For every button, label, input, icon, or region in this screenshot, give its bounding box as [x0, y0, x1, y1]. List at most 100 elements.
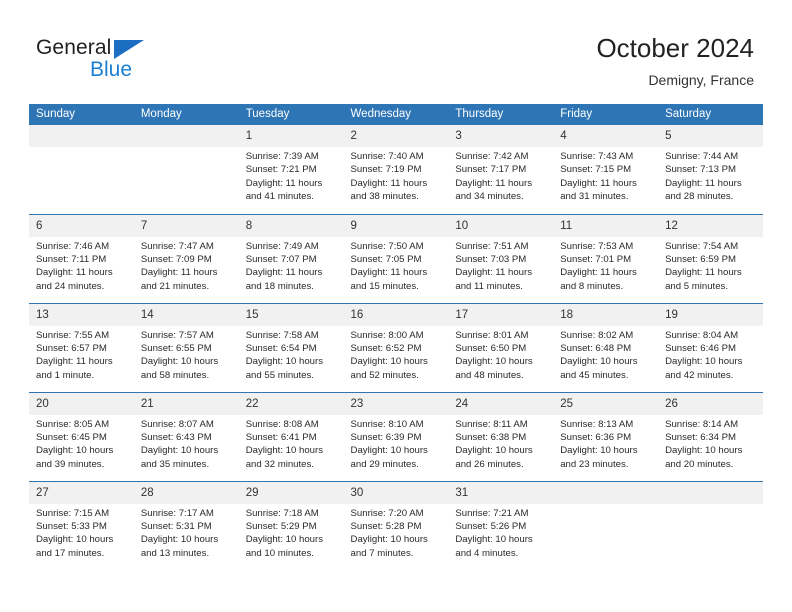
calendar-day-cell[interactable]: 2 Sunrise: 7:40 AM Sunset: 7:19 PM Daylight… [343, 125, 449, 214]
calendar-day-cell[interactable]: 25 Sunrise: 8:13 AM Sunset: 6:36 PM Dayligh… [553, 391, 659, 481]
sunrise-text: Sunrise: 7:17 AM [140, 507, 214, 519]
generalblue-logo: General Blue [36, 36, 216, 90]
day-number: 16 [343, 303, 449, 326]
day-info: Sunrise: 7:40 AM Sunset: 7:19 PM Daylight:… [344, 147, 449, 204]
calendar-day-cell[interactable]: 21 Sunrise: 8:07 AM Sunset: 6:43 PM Dayligh… [133, 391, 239, 481]
sunset-text: Sunset: 7:17 PM [455, 164, 527, 176]
calendar-day-cell[interactable]: 31 Sunrise: 7:21 AM Sunset: 5:26 PM Dayligh… [448, 480, 554, 570]
day-number: 26 [658, 392, 763, 415]
day-number: 5 [658, 125, 763, 147]
calendar-day-cell[interactable]: 23 Sunrise: 8:10 AM Sunset: 6:39 PM Dayligh… [343, 391, 449, 481]
sunset-text: Sunset: 6:50 PM [455, 342, 527, 354]
daylight-text: Daylight: 11 hours and 18 minutes. [245, 267, 323, 292]
calendar-day-cell[interactable]: 29 Sunrise: 7:18 AM Sunset: 5:29 PM Dayligh… [238, 480, 344, 570]
sunrise-text: Sunrise: 7:57 AM [140, 329, 214, 341]
calendar-day-cell[interactable]: 5 Sunrise: 7:44 AM Sunset: 7:13 PM Daylight… [658, 125, 763, 214]
day-info: Sunrise: 8:01 AM Sunset: 6:50 PM Daylight:… [448, 326, 553, 383]
sunset-text: Sunset: 5:26 PM [455, 520, 527, 532]
sunrise-text: Sunrise: 8:11 AM [455, 418, 528, 430]
day-info: Sunrise: 7:42 AM Sunset: 7:17 PM Daylight:… [448, 147, 553, 204]
weekday-header-sunday: Sunday [29, 104, 134, 125]
calendar-day-cell[interactable]: 13 Sunrise: 7:55 AM Sunset: 6:57 PM Dayligh… [29, 302, 134, 392]
calendar-day-cell[interactable]: 24 Sunrise: 8:11 AM Sunset: 6:38 PM Dayligh… [448, 391, 554, 481]
sunset-text: Sunset: 6:55 PM [140, 342, 212, 354]
day-info: Sunrise: 8:05 AM Sunset: 6:45 PM Daylight:… [29, 415, 134, 472]
daylight-text: Daylight: 11 hours and 24 minutes. [36, 267, 113, 292]
sunset-text: Sunset: 7:19 PM [350, 164, 422, 176]
calendar-day-cell[interactable]: 19 Sunrise: 8:04 AM Sunset: 6:46 PM Dayligh… [658, 302, 763, 392]
sunrise-text: Sunrise: 7:53 AM [560, 240, 634, 252]
daylight-text: Daylight: 11 hours and 28 minutes. [665, 177, 742, 203]
daylight-text: Daylight: 10 hours and 42 minutes. [665, 356, 743, 381]
sunset-text: Sunset: 5:33 PM [36, 520, 107, 532]
day-number: 31 [448, 481, 554, 504]
calendar-day-cell[interactable]: 22 Sunrise: 8:08 AM Sunset: 6:41 PM Dayligh… [238, 391, 344, 481]
calendar-day-cell[interactable]: 7 Sunrise: 7:47 AM Sunset: 7:09 PM Daylight… [133, 213, 239, 303]
sunset-text: Sunset: 6:36 PM [560, 431, 632, 443]
sunrise-text: Sunrise: 7:43 AM [560, 151, 634, 162]
calendar-day-cell[interactable]: 14 Sunrise: 7:57 AM Sunset: 6:55 PM Dayligh… [133, 302, 239, 392]
calendar-day-cell[interactable]: 8 Sunrise: 7:49 AM Sunset: 7:07 PM Daylight… [238, 213, 344, 303]
calendar-day-cell[interactable]: 1 Sunrise: 7:39 AM Sunset: 7:21 PM Daylight… [238, 125, 344, 214]
daylight-text: Daylight: 10 hours and 35 minutes. [140, 445, 219, 470]
sunset-text: Sunset: 6:38 PM [455, 431, 527, 443]
weekday-header-saturday: Saturday [658, 104, 763, 125]
sunrise-text: Sunrise: 8:10 AM [350, 418, 424, 430]
day-info: Sunrise: 7:43 AM Sunset: 7:15 PM Daylight:… [553, 147, 658, 204]
sunset-text: Sunset: 7:21 PM [245, 164, 317, 176]
sunrise-text: Sunrise: 7:44 AM [665, 151, 739, 162]
calendar-day-cell[interactable]: 17 Sunrise: 8:01 AM Sunset: 6:50 PM Dayligh… [448, 302, 554, 392]
sunset-text: Sunset: 7:01 PM [560, 253, 632, 265]
calendar-day-cell[interactable]: 15 Sunrise: 7:58 AM Sunset: 6:54 PM Dayligh… [238, 302, 344, 392]
calendar-day-cell[interactable]: 4 Sunrise: 7:43 AM Sunset: 7:15 PM Daylight… [553, 125, 659, 214]
day-info: Sunrise: 7:39 AM Sunset: 7:21 PM Daylight:… [239, 147, 344, 204]
sunset-text: Sunset: 6:52 PM [350, 342, 422, 354]
logo-text-blue: Blue [90, 58, 133, 81]
calendar-day-cell[interactable]: 11 Sunrise: 7:53 AM Sunset: 7:01 PM Dayligh… [553, 213, 659, 303]
day-number: 19 [658, 303, 763, 326]
calendar-day-cell[interactable]: 30 Sunrise: 7:20 AM Sunset: 5:28 PM Dayligh… [343, 480, 449, 570]
sunrise-text: Sunrise: 8:04 AM [665, 329, 739, 341]
sunrise-text: Sunrise: 7:54 AM [665, 240, 739, 252]
sunrise-text: Sunrise: 7:58 AM [245, 329, 319, 341]
day-number: 14 [133, 303, 239, 326]
daylight-text: Daylight: 10 hours and 26 minutes. [455, 445, 533, 470]
calendar-day-cell[interactable]: 9 Sunrise: 7:50 AM Sunset: 7:05 PM Daylight… [343, 213, 449, 303]
daylight-text: Daylight: 11 hours and 8 minutes. [560, 267, 637, 292]
daylight-text: Daylight: 10 hours and 10 minutes. [245, 534, 324, 559]
sunset-text: Sunset: 6:48 PM [560, 342, 632, 354]
calendar-day-cell[interactable]: 16 Sunrise: 8:00 AM Sunset: 6:52 PM Dayligh… [343, 302, 449, 392]
sunrise-text: Sunrise: 8:13 AM [560, 418, 634, 430]
day-number [658, 481, 763, 504]
calendar-day-cell-empty [133, 125, 239, 214]
calendar-day-cell[interactable]: 6 Sunrise: 7:46 AM Sunset: 7:11 PM Daylight… [29, 213, 134, 303]
calendar-header-row: Sunday Monday Tuesday Wednesday Thursday Frid… [29, 104, 763, 125]
logo-triangle-icon [114, 40, 144, 59]
calendar-day-cell[interactable]: 20 Sunrise: 8:05 AM Sunset: 6:45 PM Dayligh… [29, 391, 134, 481]
calendar-week-row: 1 Sunrise: 7:39 AM Sunset: 7:21 PM Daylight… [29, 125, 763, 214]
calendar-day-cell[interactable]: 28 Sunrise: 7:17 AM Sunset: 5:31 PM Dayligh… [133, 480, 239, 570]
day-number: 2 [343, 125, 449, 147]
day-number: 30 [343, 481, 449, 504]
sunrise-text: Sunrise: 7:21 AM [455, 507, 529, 519]
sunset-text: Sunset: 7:05 PM [350, 253, 422, 265]
day-info: Sunrise: 8:14 AM Sunset: 6:34 PM Daylight:… [658, 415, 763, 472]
day-number: 28 [133, 481, 239, 504]
daylight-text: Daylight: 10 hours and 39 minutes. [36, 445, 114, 470]
day-info: Sunrise: 7:15 AM Sunset: 5:33 PM Daylight:… [29, 504, 134, 561]
day-info: Sunrise: 8:13 AM Sunset: 6:36 PM Daylight:… [553, 415, 658, 472]
calendar-day-cell[interactable]: 18 Sunrise: 8:02 AM Sunset: 6:48 PM Dayligh… [553, 302, 659, 392]
day-number [29, 125, 134, 147]
calendar-week-row: 20 Sunrise: 8:05 AM Sunset: 6:45 PM Dayligh… [29, 391, 763, 481]
calendar-day-cell[interactable]: 26 Sunrise: 8:14 AM Sunset: 6:34 PM Dayligh… [658, 391, 763, 481]
sunset-text: Sunset: 5:28 PM [350, 520, 422, 532]
calendar-day-cell[interactable]: 3 Sunrise: 7:42 AM Sunset: 7:17 PM Daylight… [448, 125, 554, 214]
weekday-header-monday: Monday [133, 104, 239, 125]
day-info: Sunrise: 7:51 AM Sunset: 7:03 PM Daylight:… [448, 237, 553, 294]
calendar-day-cell[interactable]: 27 Sunrise: 7:15 AM Sunset: 5:33 PM Dayligh… [29, 480, 134, 570]
sunrise-text: Sunrise: 7:55 AM [36, 329, 110, 341]
calendar-day-cell[interactable]: 12 Sunrise: 7:54 AM Sunset: 6:59 PM Dayligh… [658, 213, 763, 303]
page-title: October 2024 [596, 33, 754, 63]
calendar-day-cell-empty [658, 480, 763, 570]
calendar-day-cell[interactable]: 10 Sunrise: 7:51 AM Sunset: 7:03 PM Dayligh… [448, 213, 554, 303]
